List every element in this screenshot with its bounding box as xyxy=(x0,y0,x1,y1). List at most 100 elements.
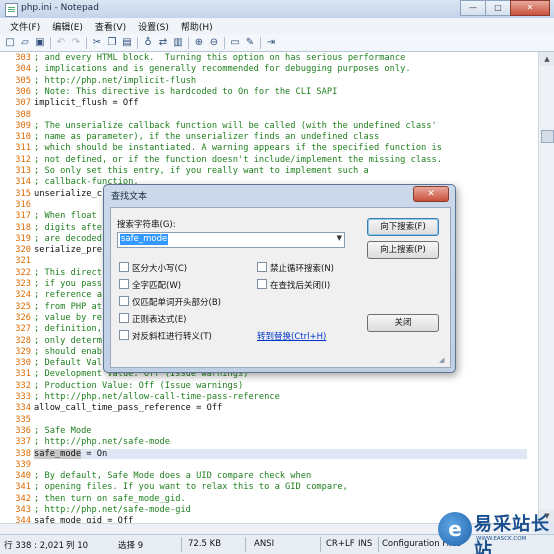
editor-line[interactable]: 320 serialize_pre xyxy=(0,245,102,256)
replace-icon[interactable]: ⇄ xyxy=(157,37,169,49)
chevron-down-icon[interactable]: ▼ xyxy=(337,234,342,242)
menu-file[interactable]: 文件(F) xyxy=(4,20,46,33)
editor-line[interactable]: 312; not defined, or if the function doe… xyxy=(0,155,442,166)
checkbox-icon[interactable] xyxy=(119,330,129,340)
close-dialog-button[interactable]: 关闭 xyxy=(367,314,439,332)
find-next-button[interactable]: 向下搜索(F) xyxy=(367,218,439,236)
code-text[interactable]: safe_mode_gid = Off xyxy=(34,516,133,523)
goto-replace-link[interactable]: 转到替换(Ctrl+H) xyxy=(257,330,326,342)
code-comment[interactable]: ; digits afte xyxy=(34,223,102,233)
code-comment[interactable]: ; name as parameter), if the unserialize… xyxy=(34,132,379,142)
find-icon[interactable]: ♁ xyxy=(142,37,154,49)
code-comment[interactable]: ; By default, Safe Mode does a UID compa… xyxy=(34,471,311,481)
code-comment[interactable]: ; So only set this entry, if you really … xyxy=(34,166,369,176)
code-comment[interactable]: ; Note: This directive is hardcoded to O… xyxy=(34,87,337,97)
editor-line[interactable]: 343; http://php.net/safe-mode-gid xyxy=(0,505,191,516)
code-comment[interactable]: ; The unserialize callback function will… xyxy=(34,121,437,131)
editor-line[interactable]: 329; should enab xyxy=(0,347,102,358)
editor-line[interactable]: 306; Note: This directive is hardcoded t… xyxy=(0,87,337,98)
menu-view[interactable]: 查看(V) xyxy=(89,20,132,33)
zoom-in-icon[interactable]: ⊕ xyxy=(193,37,205,49)
code-comment[interactable]: ; only determ xyxy=(34,336,102,346)
word-wrap-icon[interactable]: ▭ xyxy=(229,37,241,49)
code-comment[interactable]: ; http://php.net/allow-call-time-pass-re… xyxy=(34,392,280,402)
editor-line[interactable]: 330; Default Val xyxy=(0,358,102,369)
option-no-wrap[interactable]: 禁止循环搜索(N) xyxy=(257,262,334,274)
editor-line[interactable]: 332; Production Value: Off (Issue warnin… xyxy=(0,381,243,392)
cut-icon[interactable]: ✂ xyxy=(91,37,103,49)
editor-line[interactable]: 321 xyxy=(0,256,34,267)
editor-line[interactable]: 315 unserialize_c xyxy=(0,189,102,200)
menu-edit[interactable]: 编辑(E) xyxy=(46,20,89,33)
code-comment[interactable]: ; should enab xyxy=(34,347,102,357)
code-comment[interactable]: ; opening files. If you want to relax th… xyxy=(34,482,348,492)
code-text[interactable]: safe_mode = On xyxy=(34,448,528,459)
editor-line[interactable]: 333; http://php.net/allow-call-time-pass… xyxy=(0,392,280,403)
code-comment[interactable]: ; http://php.net/safe-mode xyxy=(34,437,170,447)
editor-line[interactable]: 341; opening files. If you want to relax… xyxy=(0,482,348,493)
code-text[interactable]: = On xyxy=(81,449,107,459)
option-regex[interactable]: 正则表达式(E) xyxy=(119,313,187,325)
code-comment[interactable]: ; http://php.net/safe-mode-gid xyxy=(34,505,191,515)
new-file-icon[interactable]: □ xyxy=(4,37,16,49)
editor-line[interactable]: 340; By default, Safe Mode does a UID co… xyxy=(0,471,311,482)
editor-line[interactable]: 337; http://php.net/safe-mode xyxy=(0,437,170,448)
menu-help[interactable]: 帮助(H) xyxy=(175,20,219,33)
undo-icon[interactable]: ↶ xyxy=(55,37,67,49)
search-input-value[interactable]: safe_mode xyxy=(120,234,169,245)
paste-icon[interactable]: ▤ xyxy=(121,37,133,49)
checkbox-icon[interactable] xyxy=(119,262,129,272)
editor-line[interactable]: 313; So only set this entry, if you real… xyxy=(0,166,369,177)
code-comment[interactable]: ; implications and is generally recommen… xyxy=(34,64,411,74)
scroll-thumb[interactable] xyxy=(541,130,554,143)
checkbox-icon[interactable] xyxy=(119,313,129,323)
copy-icon[interactable]: ❐ xyxy=(106,37,118,49)
code-comment[interactable]: ; When float xyxy=(34,211,97,221)
editor-line[interactable]: 319; are decoded xyxy=(0,234,102,245)
option-escape-backslash[interactable]: 对反斜杠进行转义(T) xyxy=(119,330,212,342)
title-bar[interactable]: php.ini - Notepad — □ ✕ xyxy=(0,0,554,18)
code-text[interactable]: implicit_flush = Off xyxy=(34,98,139,108)
editor-line[interactable]: 338 safe_mode = On xyxy=(0,448,528,460)
editor-line[interactable]: 309; The unserialize callback function w… xyxy=(0,121,437,132)
code-comment[interactable]: ; are decoded xyxy=(34,234,102,244)
save-icon[interactable]: ▣ xyxy=(34,37,46,49)
editor-line[interactable]: 307 implicit_flush = Off xyxy=(0,98,139,109)
close-button[interactable]: ✕ xyxy=(510,0,550,16)
checkbox-icon[interactable] xyxy=(119,296,129,306)
code-comment[interactable]: ; Safe Mode xyxy=(34,426,92,436)
option-word-start[interactable]: 仅匹配单词开头部分(B) xyxy=(119,296,221,308)
launch-icon[interactable]: ⇥ xyxy=(265,37,277,49)
editor-line[interactable]: 304; implications and is generally recom… xyxy=(0,64,411,75)
scroll-up-icon[interactable]: ▲ xyxy=(539,52,554,66)
menu-settings[interactable]: 设置(S) xyxy=(132,20,175,33)
code-comment[interactable]: ; http://php.net/implicit-flush xyxy=(34,76,196,86)
editor-line[interactable]: 328; only determ xyxy=(0,336,102,347)
vertical-scrollbar[interactable]: ▲ ▼ xyxy=(538,52,554,523)
editor-line[interactable]: 308 xyxy=(0,110,34,121)
editor-line[interactable]: 334 allow_call_time_pass_reference = Off xyxy=(0,403,222,414)
checkbox-icon[interactable] xyxy=(119,279,129,289)
redo-icon[interactable]: ↷ xyxy=(70,37,82,49)
editor-line[interactable]: 335 xyxy=(0,415,34,426)
checkbox-icon[interactable] xyxy=(257,279,267,289)
editor-line[interactable]: 303; and every HTML block. Turning this … xyxy=(0,53,405,64)
code-text[interactable]: allow_call_time_pass_reference = Off xyxy=(34,403,222,413)
search-input[interactable]: safe_mode ▼ xyxy=(117,232,345,248)
code-text[interactable]: unserialize_c xyxy=(34,189,102,199)
selected-text[interactable]: safe_mode xyxy=(34,448,82,459)
maximize-button[interactable]: □ xyxy=(485,0,511,16)
code-comment[interactable]: ; which should be instantiated. A warnin… xyxy=(34,143,442,153)
find-dialog-close-icon[interactable]: ✕ xyxy=(413,186,449,202)
editor-line[interactable]: 318; digits afte xyxy=(0,223,102,234)
editor-line[interactable]: 342; then turn on safe_mode_gid. xyxy=(0,494,185,505)
minimize-button[interactable]: — xyxy=(460,0,486,16)
editor-line[interactable]: 311; which should be instantiated. A war… xyxy=(0,143,442,154)
editor-line[interactable]: 344 safe_mode_gid = Off xyxy=(0,516,133,523)
code-comment[interactable]: ; Default Val xyxy=(34,358,102,368)
open-file-icon[interactable]: ▱ xyxy=(19,37,31,49)
code-comment[interactable]: ; and every HTML block. Turning this opt… xyxy=(34,53,405,63)
find-previous-button[interactable]: 向上搜索(P) xyxy=(367,241,439,259)
editor-line[interactable]: 316 xyxy=(0,200,34,211)
option-close-after-find[interactable]: 在查找后关闭(I) xyxy=(257,279,330,291)
